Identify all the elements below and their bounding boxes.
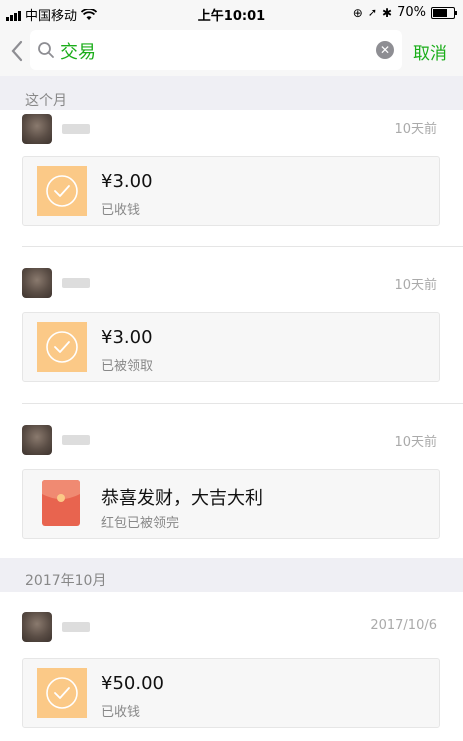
bluetooth-icon: ✱: [382, 5, 393, 20]
list-item[interactable]: 10天前 ¥3.00 已被领取: [0, 266, 463, 401]
transfer-card[interactable]: ¥3.00 已收钱: [22, 156, 440, 226]
battery-percent: 70%: [397, 5, 426, 20]
rotation-lock-icon: ⊕: [352, 5, 363, 20]
username-blurred: [62, 622, 90, 632]
avatar: [22, 268, 52, 298]
section-header-label: 2017年10月: [25, 573, 107, 589]
clear-icon[interactable]: ✕: [376, 41, 394, 59]
results-group-this-month: 10天前 ¥3.00 已收钱 10天前 ¥3.00 已被领取 10天前 恭喜发财…: [0, 110, 463, 558]
transfer-icon: [37, 166, 87, 216]
transfer-icon: [37, 668, 87, 718]
item-time: 10天前: [394, 278, 437, 293]
item-time: 10天前: [394, 435, 437, 450]
divider: [22, 403, 463, 404]
search-input[interactable]: 交易 ✕: [30, 30, 402, 70]
results-group-2017-10: 2017/10/6 ¥50.00 已收钱: [0, 592, 463, 741]
search-query[interactable]: 交易: [60, 38, 96, 64]
divider: [22, 246, 463, 247]
list-item[interactable]: 10天前 ¥3.00 已收钱: [0, 110, 463, 245]
status-right: ⊕ ➚ ✱ 70%: [352, 5, 457, 20]
battery-level: [433, 8, 447, 17]
card-subtitle: 已收钱: [101, 203, 141, 218]
username-blurred: [62, 435, 90, 445]
avatar: [22, 612, 52, 642]
red-packet-icon: [42, 480, 80, 526]
transfer-card[interactable]: ¥3.00 已被领取: [22, 312, 440, 382]
username-blurred: [62, 278, 90, 288]
card-title: ¥50.00: [101, 673, 164, 694]
battery-icon: [431, 6, 457, 19]
card-subtitle: 已被领取: [101, 359, 154, 374]
back-chevron-icon[interactable]: [8, 39, 26, 63]
list-item[interactable]: 2017/10/6 ¥50.00 已收钱: [0, 610, 463, 741]
card-title: 恭喜发财，大吉大利: [101, 488, 263, 509]
item-time: 2017/10/6: [370, 618, 437, 633]
transfer-card[interactable]: ¥50.00 已收钱: [22, 658, 440, 728]
avatar: [22, 425, 52, 455]
section-header-this-month: 这个月: [0, 76, 463, 114]
check-circle-icon: [46, 175, 78, 207]
red-packet-flap-icon: [42, 480, 80, 502]
check-circle-icon: [46, 677, 78, 709]
card-subtitle: 已收钱: [101, 705, 141, 720]
card-subtitle: 红包已被领完: [101, 516, 180, 531]
card-title: ¥3.00: [101, 327, 153, 348]
cancel-button[interactable]: 取消: [413, 39, 447, 64]
section-header-label: 这个月: [25, 93, 67, 109]
red-packet-card[interactable]: 恭喜发财，大吉大利 红包已被领完: [22, 469, 440, 539]
card-title: ¥3.00: [101, 171, 153, 192]
check-circle-icon: [46, 331, 78, 363]
item-time: 10天前: [394, 122, 437, 137]
username-blurred: [62, 124, 90, 134]
search-icon: [38, 42, 54, 58]
transfer-icon: [37, 322, 87, 372]
location-icon: ➚: [367, 6, 378, 19]
status-bar: 中国移动 上午10:01 ⊕ ➚ ✱ 70%: [0, 0, 463, 26]
list-item[interactable]: 10天前 恭喜发财，大吉大利 红包已被领完: [0, 423, 463, 558]
section-header-2017-10: 2017年10月: [0, 558, 463, 592]
search-bar: 交易 ✕ 取消: [0, 26, 463, 76]
avatar: [22, 114, 52, 144]
